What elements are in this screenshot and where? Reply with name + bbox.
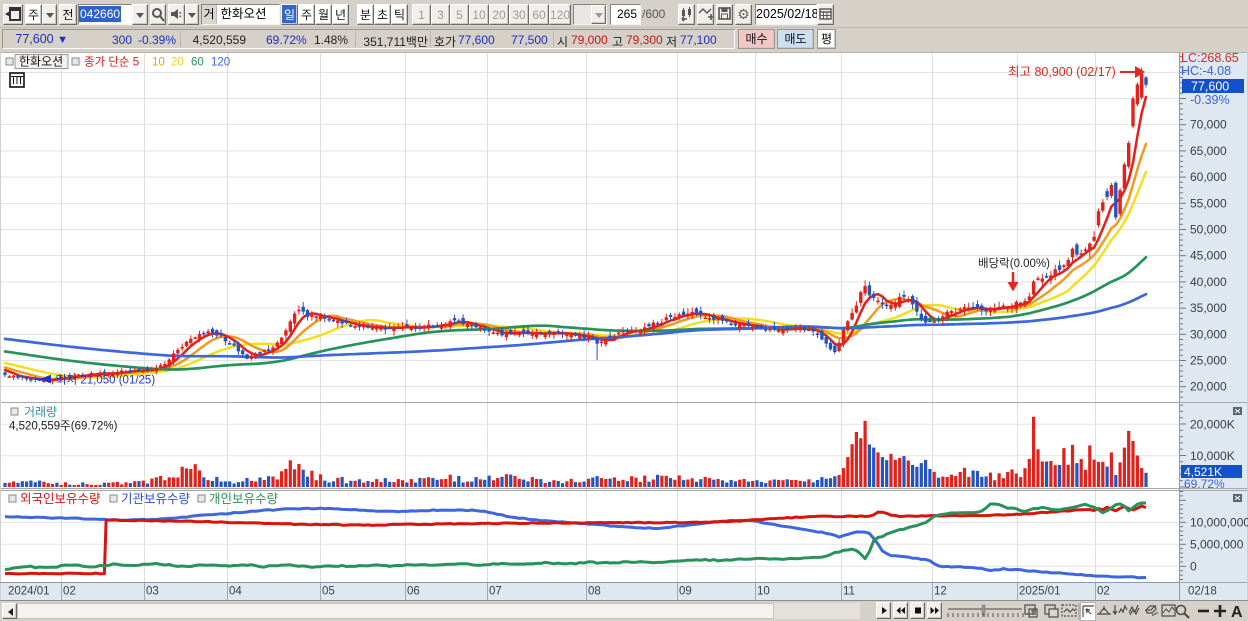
- svg-text:04: 04: [229, 586, 242, 598]
- svg-text:06: 06: [407, 586, 420, 598]
- svg-text:55,000: 55,000: [1190, 196, 1227, 210]
- svg-text:03: 03: [146, 586, 159, 598]
- svg-text:08: 08: [588, 586, 601, 598]
- svg-text:10: 10: [152, 57, 165, 69]
- svg-text:4,520,559주(69.72%): 4,520,559주(69.72%): [9, 421, 118, 433]
- svg-text:거래량: 거래량: [24, 405, 57, 419]
- svg-text:10,000,000: 10,000,000: [1190, 515, 1248, 529]
- svg-text:20: 20: [171, 57, 184, 69]
- svg-text:02/18: 02/18: [1188, 586, 1217, 598]
- svg-text:77,600: 77,600: [1191, 80, 1229, 94]
- svg-text:2025/01: 2025/01: [1019, 586, 1061, 598]
- svg-text:40,000: 40,000: [1190, 275, 1227, 289]
- svg-text:69.72%: 69.72%: [1184, 477, 1225, 491]
- svg-text:10,000K: 10,000K: [1190, 449, 1235, 463]
- svg-text:02: 02: [63, 586, 76, 598]
- svg-text:종가 단순 5: 종가 단순 5: [84, 56, 139, 69]
- svg-text:최고 80,900 (02/17): 최고 80,900 (02/17): [1008, 65, 1116, 79]
- svg-text:기관보유수량: 기관보유수량: [121, 492, 191, 506]
- svg-text:최저 21,050 (01/25): 최저 21,050 (01/25): [56, 374, 155, 387]
- svg-text:65,000: 65,000: [1190, 144, 1227, 158]
- svg-text:배당락(0.00%): 배당락(0.00%): [978, 257, 1050, 270]
- svg-text:07: 07: [489, 586, 502, 598]
- svg-text:한화오션: 한화오션: [19, 55, 63, 69]
- svg-text:09: 09: [679, 586, 692, 598]
- svg-text:5,000,000: 5,000,000: [1190, 537, 1244, 551]
- svg-text:02: 02: [1097, 586, 1110, 598]
- svg-text:50,000: 50,000: [1190, 223, 1227, 237]
- svg-text:11: 11: [843, 586, 855, 598]
- svg-text:120: 120: [211, 57, 230, 69]
- svg-text:10: 10: [757, 586, 770, 598]
- svg-text:20,000K: 20,000K: [1190, 417, 1235, 431]
- svg-text:70,000: 70,000: [1190, 118, 1227, 132]
- svg-text:05: 05: [322, 586, 335, 598]
- svg-text:45,000: 45,000: [1190, 249, 1227, 263]
- svg-text:25,000: 25,000: [1190, 354, 1227, 368]
- svg-text:-0.39%: -0.39%: [1190, 93, 1230, 107]
- svg-text:30,000: 30,000: [1190, 327, 1227, 341]
- svg-text:개인보유수량: 개인보유수량: [209, 492, 279, 506]
- svg-text:12: 12: [934, 586, 947, 598]
- svg-text:0: 0: [1190, 559, 1197, 573]
- svg-text:20,000: 20,000: [1190, 380, 1227, 394]
- svg-text:외국인보유수량: 외국인보유수량: [20, 492, 101, 506]
- svg-text:A: A: [1231, 604, 1243, 621]
- svg-text:35,000: 35,000: [1190, 301, 1227, 315]
- svg-text:HC:-4.08: HC:-4.08: [1181, 64, 1231, 78]
- svg-text:60,000: 60,000: [1190, 170, 1227, 184]
- svg-text:60: 60: [191, 57, 204, 69]
- svg-text:2024/01: 2024/01: [8, 586, 50, 598]
